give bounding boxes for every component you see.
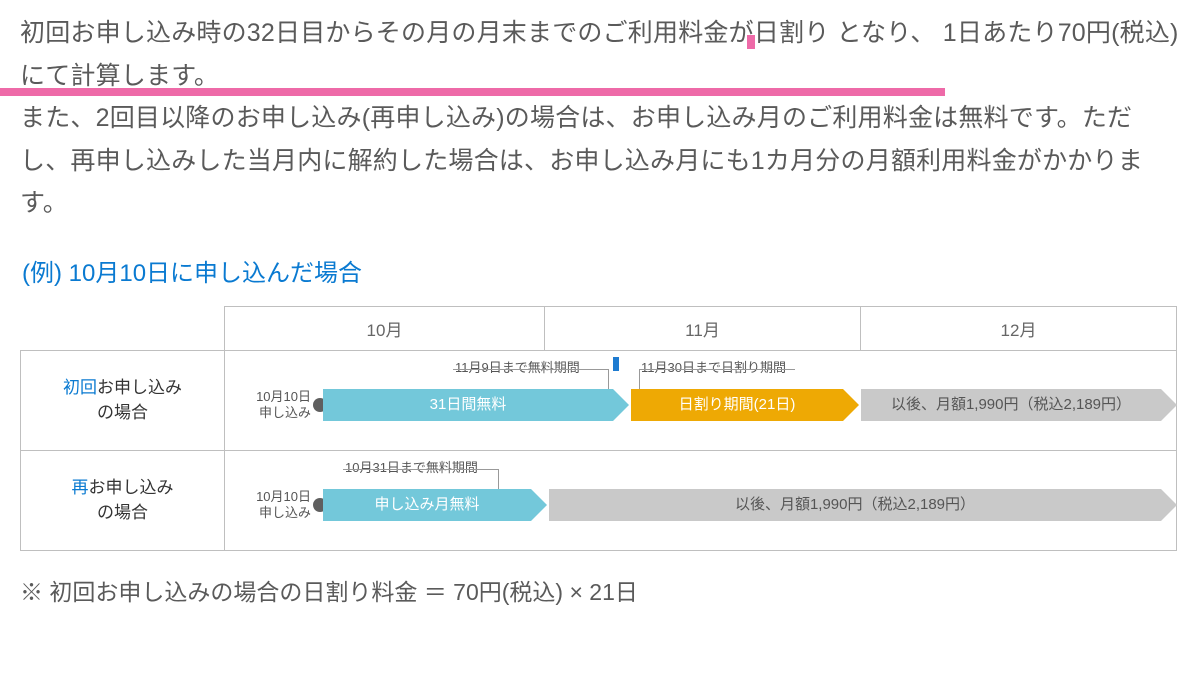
- row1-prorate-note-tick: [639, 369, 640, 389]
- row2-bar-free: 申し込み月無料: [323, 489, 531, 521]
- row2-head-em: 再: [72, 478, 89, 497]
- row2-start-label: 10月10日 申し込み: [231, 489, 311, 523]
- row1-prorate-note-line: [639, 369, 795, 370]
- row1-head: 初回お申し込み の場合: [21, 350, 225, 450]
- row1-prorate-note: 11月30日まで日割り期間: [641, 357, 786, 376]
- pricing-timeline-table: 10月 11月 12月 初回お申し込み の場合 10月10日 申し込み: [20, 306, 1177, 551]
- intro-para2: また、2回目以降のお申し込み(再申し込み)の場合は、お申し込み月のご利用料金は無…: [20, 104, 1143, 217]
- month-col-1: 10月: [225, 306, 545, 350]
- table-row: 初回お申し込み の場合 10月10日 申し込み 11月9日まで無料期間: [21, 350, 1177, 450]
- row2-bar-after: 以後、月額1,990円（税込2,189円）: [549, 489, 1161, 521]
- intro-line2b: にて計算します。: [20, 62, 219, 90]
- row1-free-note-tick: [608, 369, 609, 389]
- row2-head: 再お申し込み の場合: [21, 450, 225, 550]
- intro-line1b: となり、: [837, 19, 936, 47]
- row1-bar-prorate: 日割り期間(21日): [631, 389, 843, 421]
- row2-head-rest: お申し込み: [89, 478, 174, 497]
- highlight-mark-top: [747, 35, 755, 49]
- row1-head-line2: の場合: [97, 403, 148, 422]
- intro-paragraph: 初回お申し込み時の32日目からその月の月末までのご利用料金が日割り となり、 1…: [20, 12, 1180, 225]
- table-row: 再お申し込み の場合 10月10日 申し込み 10月31日まで無料期間 申し込み…: [21, 450, 1177, 550]
- footnote: ※ 初回お申し込みの場合の日割り料金 ＝ 70円(税込) × 21日: [20, 573, 1180, 607]
- row2-timeline: 10月10日 申し込み 10月31日まで無料期間 申し込み月無料 以後、月額1,…: [225, 451, 1176, 550]
- row1-head-rest: お申し込み: [97, 378, 182, 397]
- row1-timeline: 10月10日 申し込み 11月9日まで無料期間 11月30日まで日割り期間 31…: [225, 351, 1176, 450]
- month-col-3: 12月: [861, 306, 1177, 350]
- row2-free-note-tick: [498, 469, 499, 489]
- row1-free-note: 11月9日まで無料期間: [455, 357, 580, 376]
- intro-line2: 1日あたり70円(税込): [943, 19, 1179, 47]
- row2-free-note: 10月31日まで無料期間: [345, 457, 478, 476]
- row1-bar-free: 31日間無料: [323, 389, 613, 421]
- example-heading: (例) 10月10日に申し込んだ場合: [22, 253, 1180, 288]
- row1-free-note-line: [453, 369, 609, 370]
- intro-line1a: 初回お申し込み時の32日目からその月の月末までのご利用料金が日割り: [20, 19, 829, 47]
- row1-head-em: 初回: [63, 378, 97, 397]
- month-col-2: 11月: [545, 306, 861, 350]
- table-corner: [21, 306, 225, 350]
- row2-head-line2: の場合: [97, 503, 148, 522]
- row1-start-label: 10月10日 申し込み: [231, 389, 311, 423]
- row1-bar-after: 以後、月額1,990円（税込2,189円）: [861, 389, 1161, 421]
- row1-period-marker-icon: [613, 357, 619, 371]
- row2-free-note-line: [343, 469, 499, 470]
- highlight-underline: [0, 88, 945, 96]
